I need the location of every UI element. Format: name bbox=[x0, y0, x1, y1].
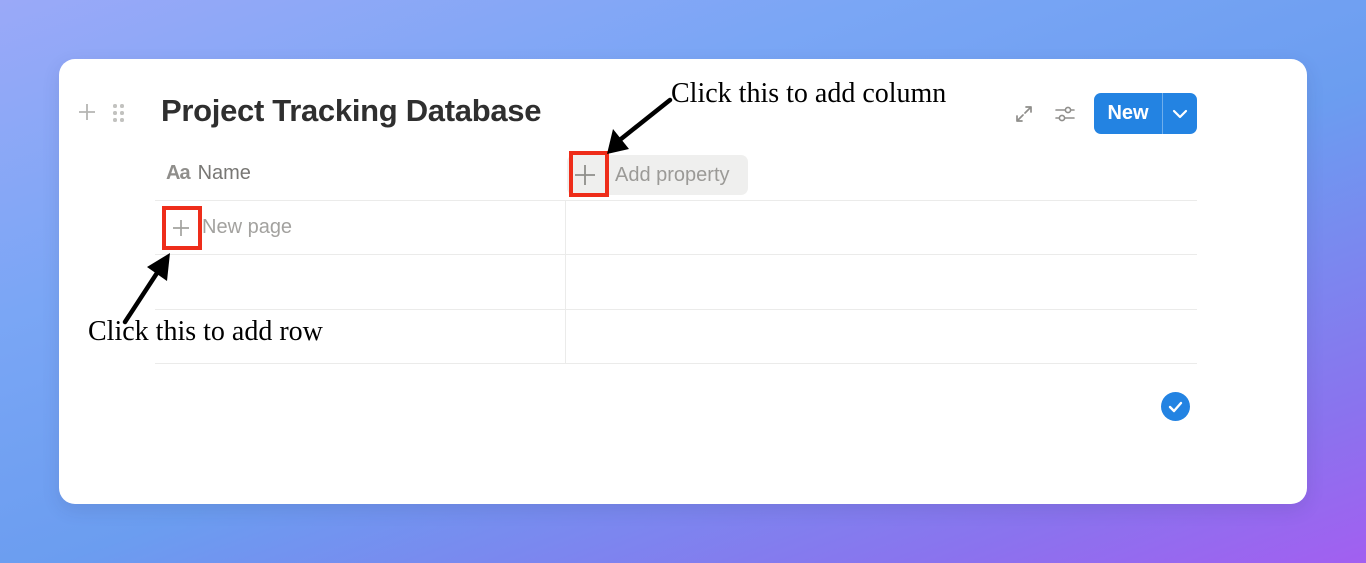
expand-icon[interactable] bbox=[1014, 104, 1034, 124]
text-property-icon: Aa bbox=[166, 162, 191, 184]
annotation-arrow-row bbox=[122, 253, 170, 325]
settings-sliders-icon[interactable] bbox=[1054, 104, 1076, 124]
annotation-arrow-column bbox=[607, 97, 673, 154]
table-row-divider bbox=[155, 363, 1197, 364]
column-header-label: Name bbox=[197, 162, 251, 184]
new-page-row[interactable]: New page bbox=[202, 216, 292, 239]
database-card: Project Tracking Database New Aa Name Ad… bbox=[59, 59, 1307, 504]
database-title[interactable]: Project Tracking Database bbox=[161, 93, 541, 129]
new-button-group: New bbox=[1094, 93, 1197, 134]
column-header-name[interactable]: Aa Name bbox=[166, 162, 251, 185]
new-button[interactable]: New bbox=[1094, 93, 1162, 134]
annotation-add-row: Click this to add row bbox=[88, 316, 323, 347]
add-block-icon[interactable] bbox=[77, 102, 97, 122]
checkmark-icon bbox=[1168, 401, 1183, 413]
table-header-divider bbox=[155, 200, 1197, 201]
drag-handle-icon[interactable] bbox=[113, 103, 125, 123]
highlight-add-row bbox=[162, 206, 202, 250]
saved-check-badge bbox=[1161, 392, 1190, 421]
highlight-add-column bbox=[569, 151, 609, 197]
table-row-divider bbox=[155, 309, 1197, 310]
annotation-add-column: Click this to add column bbox=[671, 78, 947, 109]
table-column-divider bbox=[565, 200, 566, 363]
new-dropdown-button[interactable] bbox=[1163, 93, 1197, 134]
table-row-divider bbox=[155, 254, 1197, 255]
add-property-label: Add property bbox=[615, 163, 730, 186]
chevron-down-icon bbox=[1172, 109, 1188, 118]
